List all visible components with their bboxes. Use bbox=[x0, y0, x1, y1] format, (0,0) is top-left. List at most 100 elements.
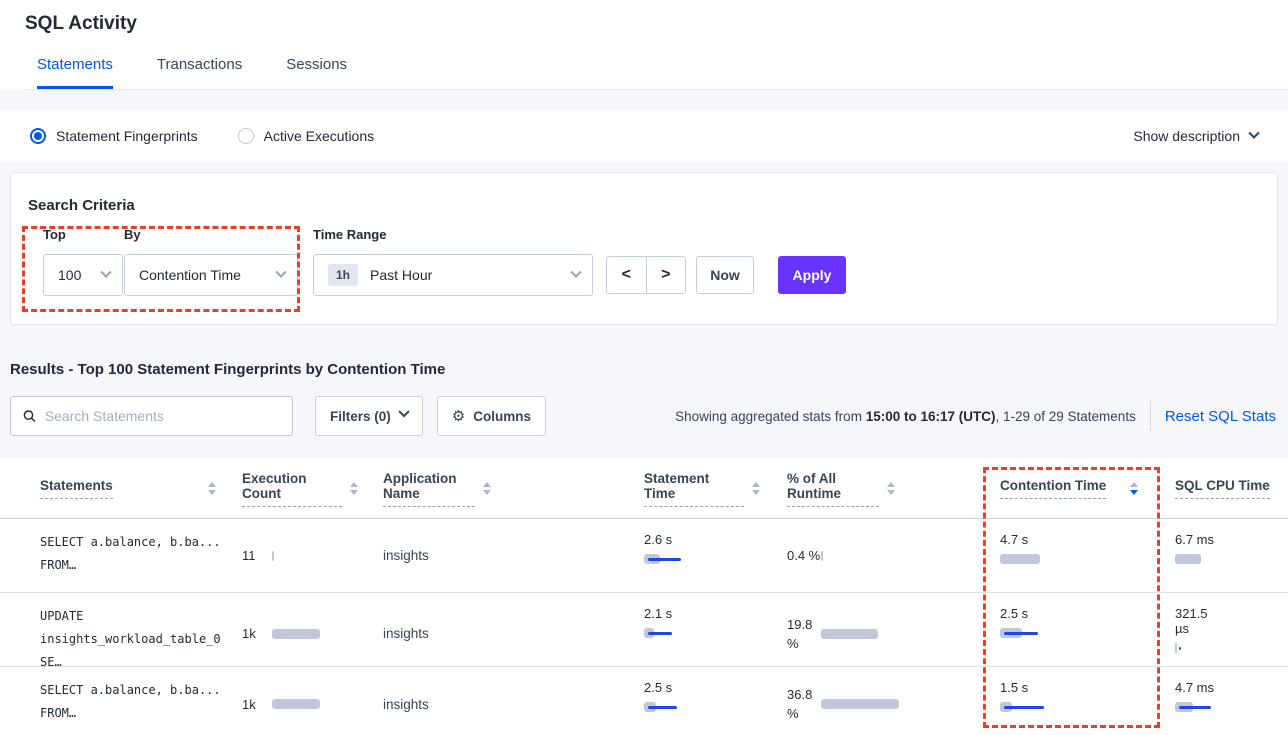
time-nav-group: < > bbox=[606, 256, 686, 294]
aggregated-stats-text: Showing aggregated stats from 15:00 to 1… bbox=[675, 409, 1136, 424]
chevron-down-icon bbox=[398, 406, 409, 417]
metric-bar bbox=[1000, 702, 1040, 712]
sort-icon[interactable] bbox=[483, 482, 491, 495]
sort-icon[interactable] bbox=[1130, 482, 1138, 495]
chevron-down-icon bbox=[100, 267, 111, 278]
statement-cell[interactable]: SELECT a.balance, b.ba...FROM… bbox=[40, 519, 242, 592]
page-header: SQL Activity Statements Transactions Ses… bbox=[0, 0, 1288, 90]
vertical-divider bbox=[1150, 401, 1151, 431]
statement-time-cell: 2.5 s bbox=[644, 667, 787, 735]
table-body: SELECT a.balance, b.ba...FROM…11insights… bbox=[0, 519, 1288, 735]
runtime-pct-cell: 19.8% bbox=[787, 593, 1000, 674]
metric-bar bbox=[821, 699, 899, 709]
application-name-cell: insights bbox=[383, 667, 644, 735]
column-header-label[interactable]: Statement Time bbox=[644, 471, 744, 507]
search-statements-input[interactable] bbox=[45, 408, 280, 424]
table-header-row: Statements Execution Count Application Nam… bbox=[0, 459, 1288, 519]
radio-label: Statement Fingerprints bbox=[56, 128, 198, 144]
contention-time-cell: 4.7 s bbox=[1000, 519, 1175, 592]
columns-button[interactable]: ⚙ Columns bbox=[437, 396, 546, 436]
view-toggle-bar: Statement Fingerprints Active Executions… bbox=[0, 110, 1288, 162]
statement-cell[interactable]: UPDATEinsights_workload_table_0 SE… bbox=[40, 593, 242, 674]
column-header-label[interactable]: Contention Time bbox=[1000, 478, 1106, 499]
metric-bar bbox=[821, 629, 878, 639]
next-time-button[interactable]: > bbox=[647, 257, 686, 293]
sort-icon[interactable] bbox=[208, 482, 216, 495]
column-header: Application Name bbox=[383, 471, 491, 507]
show-description-label: Show description bbox=[1133, 128, 1240, 144]
tab-bar: Statements Transactions Sessions bbox=[25, 56, 1288, 90]
reset-sql-stats-link[interactable]: Reset SQL Stats bbox=[1165, 408, 1278, 425]
column-header: % of All Runtime bbox=[787, 471, 895, 507]
stats-time-range: 15:00 to 16:17 (UTC) bbox=[866, 409, 996, 424]
now-button[interactable]: Now bbox=[696, 256, 754, 294]
by-select-value: Contention Time bbox=[139, 267, 241, 283]
column-header-label[interactable]: % of All Runtime bbox=[787, 471, 879, 507]
by-select[interactable]: Contention Time bbox=[124, 254, 298, 296]
contention-time-cell: 2.5 s bbox=[1000, 593, 1175, 674]
metric-bar bbox=[272, 629, 320, 639]
application-name-cell: insights bbox=[383, 593, 644, 674]
time-range-select[interactable]: 1h Past Hour bbox=[313, 254, 593, 296]
page-title: SQL Activity bbox=[25, 13, 1288, 35]
chevron-left-icon: < bbox=[622, 266, 631, 284]
radio-selected-icon[interactable] bbox=[30, 128, 46, 144]
search-icon bbox=[23, 409, 36, 423]
runtime-pct-cell: 36.8% bbox=[787, 667, 1000, 735]
metric-bar bbox=[1000, 554, 1040, 564]
top-label: Top bbox=[43, 227, 66, 242]
metric-bar bbox=[1175, 702, 1207, 712]
search-criteria-panel: Search Criteria Top 100 By Contention Ti… bbox=[10, 172, 1278, 325]
tab-statements[interactable]: Statements bbox=[37, 56, 113, 89]
top-select-value: 100 bbox=[58, 267, 81, 283]
execution-count-cell: 1k bbox=[242, 667, 383, 735]
search-statements-box[interactable] bbox=[10, 396, 293, 436]
column-header: Statement Time bbox=[644, 471, 760, 507]
chevron-right-icon: > bbox=[661, 266, 670, 284]
execution-count-cell: 1k bbox=[242, 593, 383, 674]
column-header-label[interactable]: Statements bbox=[40, 478, 113, 499]
metric-bar bbox=[272, 551, 274, 561]
column-header: Contention Time bbox=[1000, 478, 1138, 499]
runtime-pct-cell: 0.4 % bbox=[787, 519, 1000, 592]
time-range-label: Time Range bbox=[313, 227, 386, 242]
column-header-label[interactable]: Execution Count bbox=[242, 471, 342, 507]
time-range-badge: 1h bbox=[328, 264, 358, 286]
results-heading: Results - Top 100 Statement Fingerprints… bbox=[10, 361, 1288, 378]
column-header: Statements bbox=[40, 478, 216, 499]
show-description-toggle[interactable]: Show description bbox=[1133, 128, 1258, 144]
tab-transactions[interactable]: Transactions bbox=[157, 56, 242, 89]
prev-time-button[interactable]: < bbox=[607, 257, 647, 293]
metric-bar bbox=[1175, 554, 1201, 564]
metric-bar bbox=[644, 554, 677, 564]
sort-icon[interactable] bbox=[350, 482, 358, 495]
tab-sessions[interactable]: Sessions bbox=[286, 56, 347, 89]
radio-active-executions[interactable]: Active Executions bbox=[238, 128, 375, 144]
apply-button[interactable]: Apply bbox=[778, 256, 846, 294]
statements-table: Statements Execution Count Application Nam… bbox=[0, 459, 1288, 735]
metric-bar bbox=[644, 702, 673, 712]
filters-button[interactable]: Filters (0) bbox=[315, 396, 423, 436]
filters-button-label: Filters (0) bbox=[330, 409, 391, 424]
column-header-label[interactable]: SQL CPU Time bbox=[1175, 478, 1270, 499]
statement-cell[interactable]: SELECT a.balance, b.ba...FROM… bbox=[40, 667, 242, 735]
sql-cpu-time-cell: 321.5µs bbox=[1175, 593, 1288, 674]
metric-bar bbox=[1175, 643, 1177, 653]
top-select[interactable]: 100 bbox=[43, 254, 123, 296]
metric-bar bbox=[1000, 628, 1034, 638]
chevron-down-icon bbox=[275, 267, 286, 278]
metric-bar bbox=[821, 551, 823, 561]
chevron-down-icon bbox=[1248, 128, 1259, 139]
radio-unselected-icon[interactable] bbox=[238, 128, 254, 144]
statement-time-cell: 2.1 s bbox=[644, 593, 787, 674]
column-header-label[interactable]: Application Name bbox=[383, 471, 475, 507]
sort-icon[interactable] bbox=[752, 482, 760, 495]
columns-button-label: Columns bbox=[473, 409, 531, 424]
results-toolbar: Filters (0) ⚙ Columns Showing aggregated… bbox=[10, 395, 1278, 437]
table-row: UPDATEinsights_workload_table_0 SE…1kins… bbox=[0, 593, 1288, 667]
radio-statement-fingerprints[interactable]: Statement Fingerprints bbox=[30, 128, 198, 144]
search-criteria-title: Search Criteria bbox=[28, 197, 135, 214]
application-name-cell: insights bbox=[383, 519, 644, 592]
time-range-value: Past Hour bbox=[370, 267, 432, 283]
sort-icon[interactable] bbox=[887, 482, 895, 495]
